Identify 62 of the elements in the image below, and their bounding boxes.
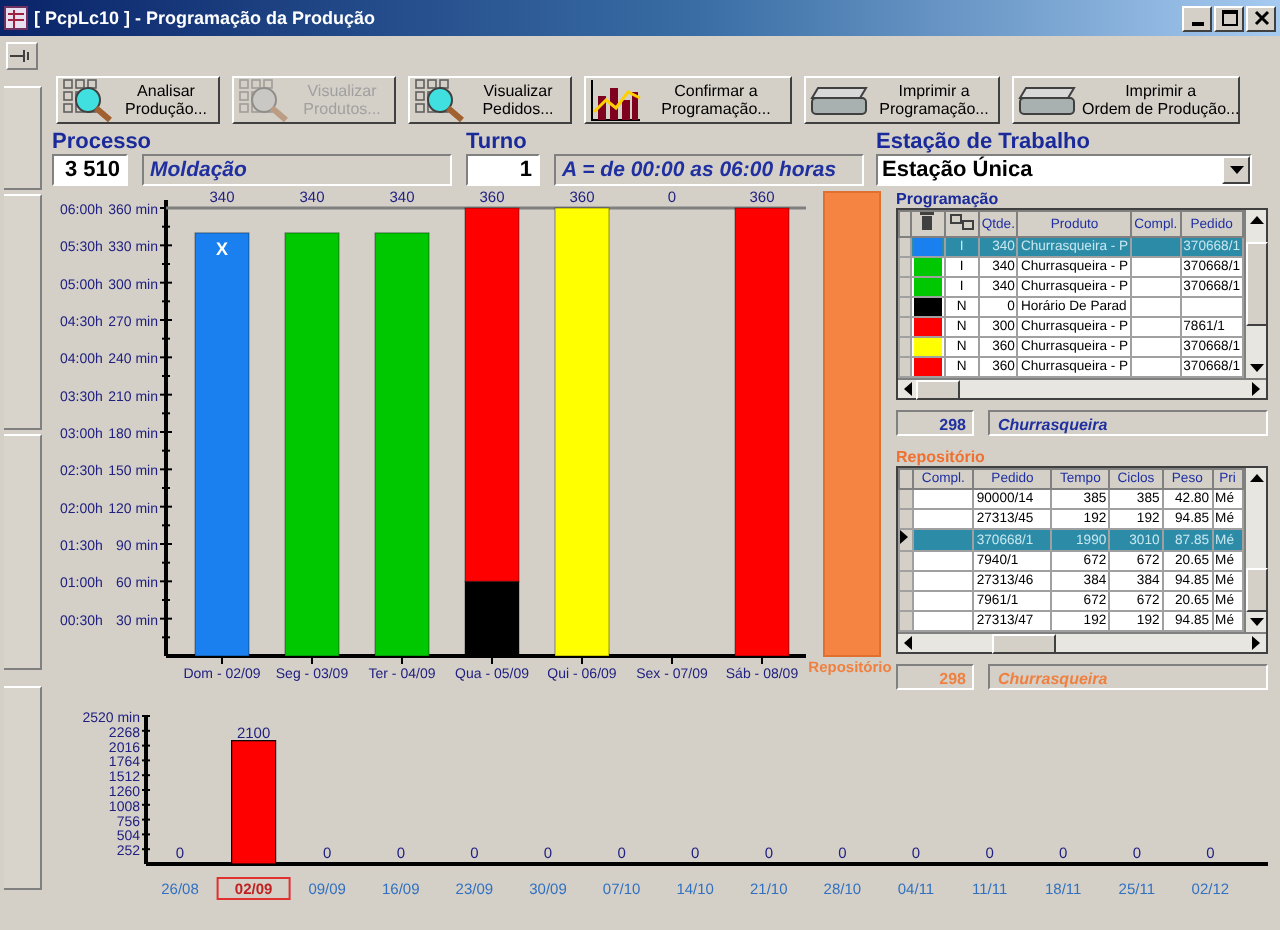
scroll-right-icon [1252, 636, 1260, 650]
horizontal-scrollbar[interactable] [898, 632, 1266, 652]
process-field[interactable]: 3 510 [52, 154, 128, 186]
printer-icon [1018, 82, 1078, 118]
row-header[interactable] [899, 529, 913, 551]
product-code: 298 [896, 410, 974, 436]
process-description: Moldação [142, 154, 452, 186]
maximize-icon [1221, 10, 1237, 26]
side-tab[interactable] [3, 434, 41, 670]
maximize-button[interactable] [1214, 5, 1244, 31]
bar-mark: X [216, 238, 228, 259]
close-button[interactable] [1246, 5, 1276, 31]
toolbar-button[interactable]: Confirmar a Programação... [584, 76, 792, 124]
window-title: [ PcpLc10 ] - Programação da Produção [34, 8, 376, 28]
panel-title: Programação [896, 190, 1001, 208]
app-icon [4, 6, 28, 30]
scroll-down-icon [1249, 618, 1263, 626]
column-header[interactable] [944, 211, 979, 237]
column-header[interactable] [910, 211, 945, 237]
field-label: Processo [52, 130, 154, 154]
scroll-right-icon [1252, 382, 1260, 396]
product-name: Churrasqueira [988, 410, 1268, 436]
scroll-left-icon [904, 636, 912, 650]
scroll-left-icon [904, 382, 912, 396]
toolbar-button[interactable]: Visualizar Pedidos... [408, 76, 572, 124]
pin-icon [10, 48, 34, 64]
printer-icon [810, 82, 870, 118]
minimize-button[interactable] [1182, 5, 1212, 31]
side-tab[interactable] [3, 194, 41, 430]
workstation-dropdown[interactable]: Estação Única [876, 154, 1252, 186]
magnifier-icon [414, 78, 466, 122]
row-pointer-icon [900, 530, 908, 544]
field-label: Estação de Trabalho [876, 130, 1092, 154]
field-label: Turno [466, 130, 529, 154]
side-tab[interactable] [3, 686, 41, 890]
vertical-scrollbar[interactable] [1244, 210, 1266, 378]
product-name: Churrasqueira [988, 664, 1268, 690]
shift-description: A = de 00:00 as 06:00 horas [554, 154, 864, 186]
panel-title: Repositório [896, 448, 987, 466]
magnifier-icon [238, 78, 290, 122]
toolbar-button[interactable]: Imprimir a Ordem de Produção... [1012, 76, 1240, 124]
toolbar-button[interactable]: Analisar Produção... [56, 76, 220, 124]
dropdown-arrow-icon [1229, 166, 1243, 174]
scroll-thumb[interactable] [916, 379, 960, 399]
scroll-up-icon [1249, 474, 1263, 482]
bar-chart-icon [590, 78, 642, 122]
bar[interactable] [231, 740, 277, 865]
scroll-thumb[interactable] [1245, 242, 1267, 326]
side-tab[interactable] [3, 86, 41, 190]
magnifier-icon [62, 78, 114, 122]
shift-field[interactable]: 1 [466, 154, 540, 186]
scroll-down-icon [1249, 364, 1263, 372]
scroll-thumb[interactable] [1245, 568, 1267, 612]
link-icon [949, 213, 974, 229]
close-icon [1253, 10, 1269, 26]
pin-button[interactable] [6, 42, 38, 70]
scroll-up-icon [1249, 216, 1263, 224]
toolbar-button[interactable]: Imprimir a Programação... [804, 76, 1000, 124]
horizontal-scrollbar[interactable] [898, 378, 1266, 398]
scroll-thumb[interactable] [992, 633, 1056, 653]
product-code: 298 [896, 664, 974, 690]
vertical-scrollbar[interactable] [1244, 468, 1266, 632]
